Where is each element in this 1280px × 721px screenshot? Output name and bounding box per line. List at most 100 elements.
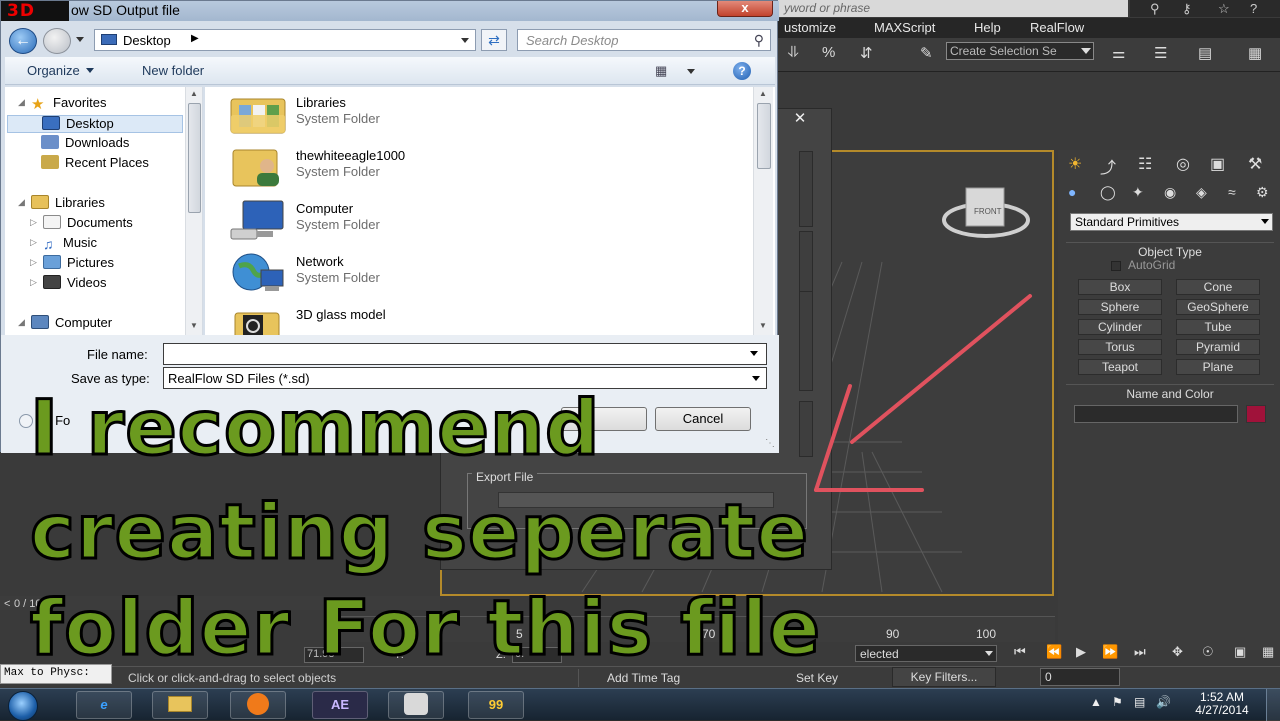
modify-tab-icon[interactable]: ⤴: [1100, 154, 1116, 178]
resize-grip-icon[interactable]: ⋱: [765, 438, 775, 449]
hierarchy-tab-icon[interactable]: ☷: [1138, 154, 1152, 174]
help-icon[interactable]: ?: [1250, 1, 1257, 16]
cameras-icon[interactable]: ◉: [1164, 184, 1176, 201]
binoculars-icon[interactable]: ⚲: [1150, 1, 1160, 17]
taskbar-app-99[interactable]: 99: [468, 691, 524, 719]
taskbar-clock[interactable]: 1:52 AM 4/27/2014: [1186, 691, 1258, 717]
lights-icon[interactable]: ✦: [1132, 184, 1144, 201]
primitives-dropdown[interactable]: Standard Primitives: [1070, 213, 1273, 231]
search-icon[interactable]: ⚲: [754, 32, 764, 49]
taskbar-file-explorer[interactable]: [152, 691, 208, 719]
file-item-user-folder[interactable]: thewhiteeagle1000 System Folder: [229, 142, 729, 192]
go-to-end-icon[interactable]: ⏭: [1134, 644, 1146, 660]
plane-button[interactable]: Plane: [1176, 359, 1260, 375]
file-name-dropdown-icon[interactable]: [750, 351, 758, 360]
max-help-search-input[interactable]: yword or phrase: [778, 0, 1128, 17]
export-dialog-close-button[interactable]: ✕: [791, 109, 809, 127]
nav-item-desktop[interactable]: Desktop: [7, 115, 183, 133]
breadcrumb-chevron-icon[interactable]: ▶: [191, 33, 199, 44]
nav-item-favorites[interactable]: ◢ ★ Favorites: [18, 95, 106, 113]
angle-snap-icon[interactable]: ⥥: [788, 44, 799, 61]
layer-manager-icon[interactable]: ▤: [1198, 44, 1212, 62]
menu-customize[interactable]: ustomize: [784, 20, 836, 35]
cylinder-button[interactable]: Cylinder: [1078, 319, 1162, 335]
back-button[interactable]: ←: [9, 28, 37, 54]
menu-realflow[interactable]: RealFlow: [1030, 20, 1084, 35]
previous-frame-icon[interactable]: ⏪: [1046, 644, 1062, 660]
nav-item-recent-places[interactable]: Recent Places: [41, 155, 149, 173]
cone-button[interactable]: Cone: [1176, 279, 1260, 295]
go-to-start-icon[interactable]: ⏮: [1014, 644, 1026, 660]
collapse-icon[interactable]: ◢: [18, 97, 25, 108]
object-name-input[interactable]: [1074, 405, 1238, 423]
geometry-icon[interactable]: ●: [1068, 184, 1076, 200]
box-button[interactable]: Box: [1078, 279, 1162, 295]
zoom-extents-icon[interactable]: ▣: [1234, 644, 1246, 660]
nav-item-documents[interactable]: ▷ Documents: [30, 215, 133, 233]
views-icon[interactable]: ▦: [655, 63, 667, 79]
file-item-3d-glass-model[interactable]: 3D glass model: [229, 301, 729, 335]
views-dropdown-icon[interactable]: [687, 69, 695, 78]
collapse-icon[interactable]: ◢: [18, 197, 25, 208]
taskbar-media-player[interactable]: [230, 691, 286, 719]
sphere-button[interactable]: Sphere: [1078, 299, 1162, 315]
pan-icon[interactable]: ✥: [1172, 644, 1183, 660]
spacewarps-icon[interactable]: ≈: [1228, 184, 1236, 200]
object-color-swatch[interactable]: [1246, 405, 1266, 423]
dialog-titlebar[interactable]: 3D ow SD Output file x: [1, 1, 779, 21]
expand-icon[interactable]: ▷: [30, 217, 37, 228]
organize-button[interactable]: Organize: [27, 63, 94, 78]
autogrid-checkbox[interactable]: [1111, 261, 1121, 271]
nav-item-computer[interactable]: ◢ Computer: [18, 315, 112, 333]
spinner-snap-icon[interactable]: ⇵: [860, 44, 873, 62]
selection-filter-dropdown[interactable]: elected: [855, 645, 997, 662]
taskbar-3ds-max[interactable]: [388, 691, 444, 719]
teapot-button[interactable]: Teapot: [1078, 359, 1162, 375]
scrollbar-thumb[interactable]: [757, 103, 771, 169]
nav-item-downloads[interactable]: Downloads: [41, 135, 129, 153]
show-desktop-button[interactable]: [1266, 689, 1280, 721]
search-input[interactable]: Search Desktop ⚲: [517, 29, 771, 51]
nav-item-pictures[interactable]: ▷ Pictures: [30, 255, 114, 273]
object-type-title[interactable]: Object Type: [1066, 245, 1274, 259]
helpers-icon[interactable]: ◈: [1196, 184, 1207, 201]
collapse-icon[interactable]: ◢: [18, 317, 25, 328]
align-icon[interactable]: ☰: [1154, 44, 1167, 62]
file-item-computer[interactable]: Computer System Folder: [229, 195, 729, 245]
taskbar-internet-explorer[interactable]: e: [76, 691, 132, 719]
taskbar-after-effects[interactable]: AE: [312, 691, 368, 719]
volume-icon[interactable]: 🔊: [1156, 695, 1171, 709]
address-bar[interactable]: Desktop ▶: [94, 29, 476, 51]
start-button[interactable]: [8, 691, 38, 721]
display-tab-icon[interactable]: ▣: [1210, 154, 1225, 174]
motion-tab-icon[interactable]: ◎: [1176, 154, 1190, 174]
scroll-down-icon[interactable]: ▼: [190, 321, 198, 330]
flag-icon[interactable]: ⚑: [1112, 695, 1123, 709]
navigation-scrollbar[interactable]: ▲ ▼: [185, 87, 202, 335]
scroll-up-icon[interactable]: ▲: [759, 89, 767, 98]
create-tab-icon[interactable]: ☀: [1068, 154, 1082, 174]
address-dropdown-icon[interactable]: [461, 38, 469, 47]
show-hidden-icons-icon[interactable]: ▲: [1090, 695, 1102, 709]
nav-item-libraries[interactable]: ◢ Libraries: [18, 195, 105, 213]
pyramid-button[interactable]: Pyramid: [1176, 339, 1260, 355]
network-tray-icon[interactable]: ▤: [1134, 695, 1145, 709]
current-frame-field[interactable]: 0: [1040, 668, 1120, 686]
nav-item-videos[interactable]: ▷ Videos: [30, 275, 107, 293]
edit-named-selection-icon[interactable]: ✎: [920, 44, 933, 62]
named-selection-set-dropdown[interactable]: Create Selection Se: [946, 42, 1094, 60]
help-icon[interactable]: ?: [733, 62, 751, 80]
expand-icon[interactable]: ▷: [30, 237, 37, 248]
scroll-down-icon[interactable]: ▼: [759, 321, 767, 330]
name-and-color-title[interactable]: Name and Color: [1066, 387, 1274, 401]
systems-icon[interactable]: ⚙: [1256, 184, 1269, 201]
file-name-input[interactable]: [163, 343, 767, 365]
orbit-icon[interactable]: ☉: [1202, 644, 1214, 660]
scrollbar-thumb[interactable]: [188, 103, 201, 213]
menu-help[interactable]: Help: [974, 20, 1001, 35]
percent-snap-icon[interactable]: %: [822, 44, 835, 61]
torus-button[interactable]: Torus: [1078, 339, 1162, 355]
forward-button[interactable]: [43, 28, 71, 54]
geosphere-button[interactable]: GeoSphere: [1176, 299, 1260, 315]
nav-item-music[interactable]: ▷ ♫ Music: [30, 235, 97, 253]
